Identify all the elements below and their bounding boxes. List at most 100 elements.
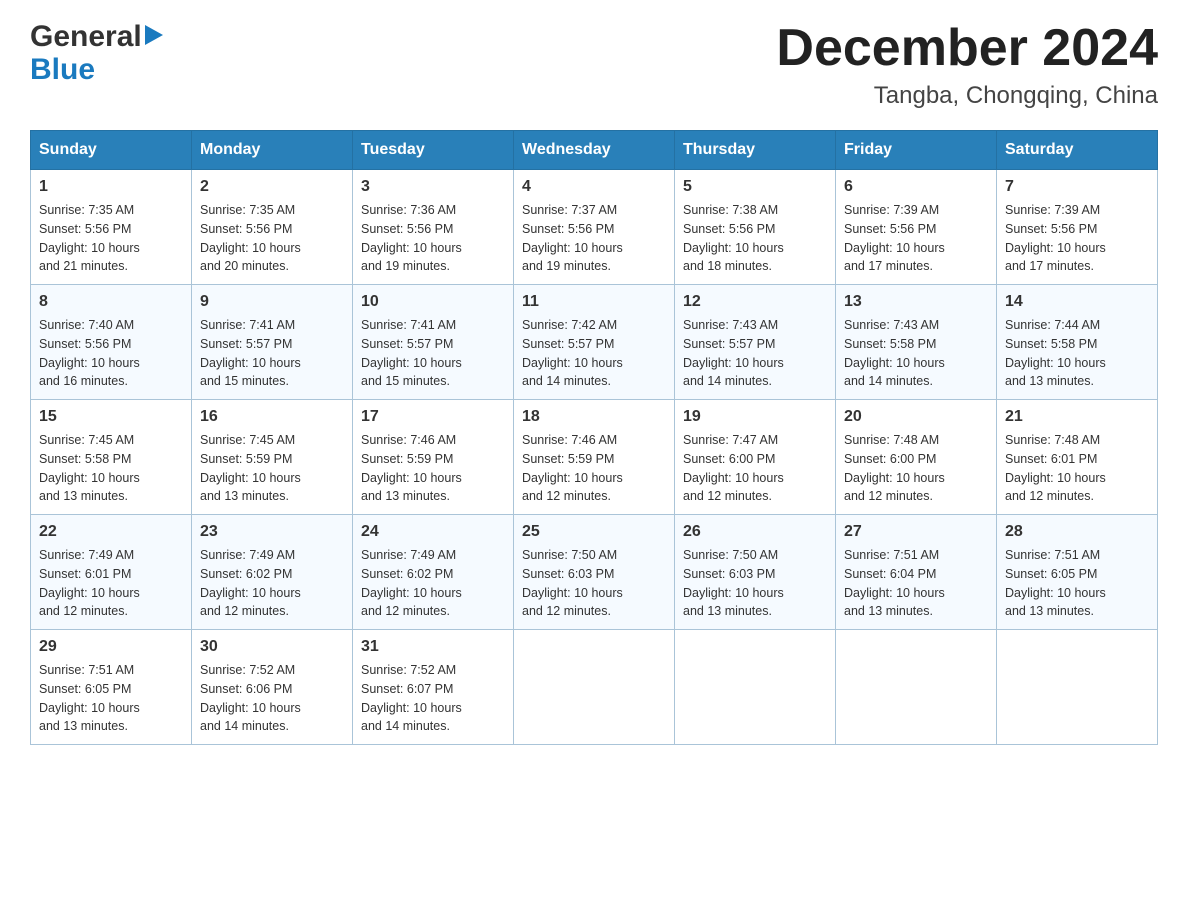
day-info: Sunrise: 7:37 AM Sunset: 5:56 PM Dayligh… xyxy=(522,201,666,276)
calendar-cell: 23 Sunrise: 7:49 AM Sunset: 6:02 PM Dayl… xyxy=(192,515,353,630)
calendar-cell: 29 Sunrise: 7:51 AM Sunset: 6:05 PM Dayl… xyxy=(31,630,192,745)
page-header: General Blue December 2024 Tangba, Chong… xyxy=(30,20,1158,110)
calendar-cell: 30 Sunrise: 7:52 AM Sunset: 6:06 PM Dayl… xyxy=(192,630,353,745)
calendar-cell: 14 Sunrise: 7:44 AM Sunset: 5:58 PM Dayl… xyxy=(997,285,1158,400)
calendar-week-row: 1 Sunrise: 7:35 AM Sunset: 5:56 PM Dayli… xyxy=(31,170,1158,285)
calendar-week-row: 8 Sunrise: 7:40 AM Sunset: 5:56 PM Dayli… xyxy=(31,285,1158,400)
month-title: December 2024 xyxy=(776,20,1158,77)
logo-arrow-icon xyxy=(145,25,163,50)
logo-general: General xyxy=(30,20,142,53)
day-info: Sunrise: 7:48 AM Sunset: 6:00 PM Dayligh… xyxy=(844,431,988,506)
calendar-cell: 12 Sunrise: 7:43 AM Sunset: 5:57 PM Dayl… xyxy=(675,285,836,400)
day-number: 1 xyxy=(39,178,183,196)
day-info: Sunrise: 7:35 AM Sunset: 5:56 PM Dayligh… xyxy=(39,201,183,276)
day-number: 31 xyxy=(361,638,505,656)
day-info: Sunrise: 7:44 AM Sunset: 5:58 PM Dayligh… xyxy=(1005,316,1149,391)
calendar-cell: 28 Sunrise: 7:51 AM Sunset: 6:05 PM Dayl… xyxy=(997,515,1158,630)
day-number: 27 xyxy=(844,523,988,541)
day-info: Sunrise: 7:52 AM Sunset: 6:06 PM Dayligh… xyxy=(200,661,344,736)
day-number: 21 xyxy=(1005,408,1149,426)
header-tuesday: Tuesday xyxy=(353,131,514,170)
day-number: 10 xyxy=(361,293,505,311)
header-friday: Friday xyxy=(836,131,997,170)
calendar-cell: 18 Sunrise: 7:46 AM Sunset: 5:59 PM Dayl… xyxy=(514,400,675,515)
day-number: 8 xyxy=(39,293,183,311)
day-number: 5 xyxy=(683,178,827,196)
logo-blue: Blue xyxy=(30,53,163,86)
day-number: 2 xyxy=(200,178,344,196)
day-number: 30 xyxy=(200,638,344,656)
day-info: Sunrise: 7:52 AM Sunset: 6:07 PM Dayligh… xyxy=(361,661,505,736)
day-info: Sunrise: 7:38 AM Sunset: 5:56 PM Dayligh… xyxy=(683,201,827,276)
day-info: Sunrise: 7:47 AM Sunset: 6:00 PM Dayligh… xyxy=(683,431,827,506)
calendar-cell xyxy=(675,630,836,745)
day-info: Sunrise: 7:49 AM Sunset: 6:02 PM Dayligh… xyxy=(200,546,344,621)
header-thursday: Thursday xyxy=(675,131,836,170)
calendar-week-row: 22 Sunrise: 7:49 AM Sunset: 6:01 PM Dayl… xyxy=(31,515,1158,630)
day-number: 7 xyxy=(1005,178,1149,196)
calendar-cell: 15 Sunrise: 7:45 AM Sunset: 5:58 PM Dayl… xyxy=(31,400,192,515)
day-number: 22 xyxy=(39,523,183,541)
calendar-cell: 21 Sunrise: 7:48 AM Sunset: 6:01 PM Dayl… xyxy=(997,400,1158,515)
header-sunday: Sunday xyxy=(31,131,192,170)
day-number: 14 xyxy=(1005,293,1149,311)
calendar-header-row: SundayMondayTuesdayWednesdayThursdayFrid… xyxy=(31,131,1158,170)
header-saturday: Saturday xyxy=(997,131,1158,170)
calendar-cell: 22 Sunrise: 7:49 AM Sunset: 6:01 PM Dayl… xyxy=(31,515,192,630)
calendar-cell: 11 Sunrise: 7:42 AM Sunset: 5:57 PM Dayl… xyxy=(514,285,675,400)
day-number: 26 xyxy=(683,523,827,541)
day-number: 6 xyxy=(844,178,988,196)
calendar-cell xyxy=(997,630,1158,745)
day-info: Sunrise: 7:46 AM Sunset: 5:59 PM Dayligh… xyxy=(361,431,505,506)
day-info: Sunrise: 7:46 AM Sunset: 5:59 PM Dayligh… xyxy=(522,431,666,506)
day-number: 24 xyxy=(361,523,505,541)
calendar-cell: 9 Sunrise: 7:41 AM Sunset: 5:57 PM Dayli… xyxy=(192,285,353,400)
header-monday: Monday xyxy=(192,131,353,170)
day-info: Sunrise: 7:51 AM Sunset: 6:05 PM Dayligh… xyxy=(1005,546,1149,621)
day-number: 16 xyxy=(200,408,344,426)
calendar-cell: 4 Sunrise: 7:37 AM Sunset: 5:56 PM Dayli… xyxy=(514,170,675,285)
day-info: Sunrise: 7:49 AM Sunset: 6:02 PM Dayligh… xyxy=(361,546,505,621)
day-number: 4 xyxy=(522,178,666,196)
day-info: Sunrise: 7:39 AM Sunset: 5:56 PM Dayligh… xyxy=(844,201,988,276)
day-info: Sunrise: 7:48 AM Sunset: 6:01 PM Dayligh… xyxy=(1005,431,1149,506)
calendar-cell: 31 Sunrise: 7:52 AM Sunset: 6:07 PM Dayl… xyxy=(353,630,514,745)
location-title: Tangba, Chongqing, China xyxy=(776,82,1158,110)
day-info: Sunrise: 7:39 AM Sunset: 5:56 PM Dayligh… xyxy=(1005,201,1149,276)
calendar-cell: 2 Sunrise: 7:35 AM Sunset: 5:56 PM Dayli… xyxy=(192,170,353,285)
day-info: Sunrise: 7:45 AM Sunset: 5:59 PM Dayligh… xyxy=(200,431,344,506)
calendar-cell: 16 Sunrise: 7:45 AM Sunset: 5:59 PM Dayl… xyxy=(192,400,353,515)
day-info: Sunrise: 7:36 AM Sunset: 5:56 PM Dayligh… xyxy=(361,201,505,276)
day-info: Sunrise: 7:41 AM Sunset: 5:57 PM Dayligh… xyxy=(200,316,344,391)
calendar-cell: 27 Sunrise: 7:51 AM Sunset: 6:04 PM Dayl… xyxy=(836,515,997,630)
calendar-cell: 5 Sunrise: 7:38 AM Sunset: 5:56 PM Dayli… xyxy=(675,170,836,285)
day-info: Sunrise: 7:40 AM Sunset: 5:56 PM Dayligh… xyxy=(39,316,183,391)
day-number: 3 xyxy=(361,178,505,196)
calendar-table: SundayMondayTuesdayWednesdayThursdayFrid… xyxy=(30,130,1158,745)
calendar-week-row: 29 Sunrise: 7:51 AM Sunset: 6:05 PM Dayl… xyxy=(31,630,1158,745)
calendar-cell: 13 Sunrise: 7:43 AM Sunset: 5:58 PM Dayl… xyxy=(836,285,997,400)
day-info: Sunrise: 7:42 AM Sunset: 5:57 PM Dayligh… xyxy=(522,316,666,391)
logo: General Blue xyxy=(30,20,163,86)
day-number: 12 xyxy=(683,293,827,311)
calendar-cell xyxy=(836,630,997,745)
calendar-cell: 7 Sunrise: 7:39 AM Sunset: 5:56 PM Dayli… xyxy=(997,170,1158,285)
day-number: 13 xyxy=(844,293,988,311)
calendar-cell: 8 Sunrise: 7:40 AM Sunset: 5:56 PM Dayli… xyxy=(31,285,192,400)
day-number: 18 xyxy=(522,408,666,426)
header-wednesday: Wednesday xyxy=(514,131,675,170)
day-info: Sunrise: 7:41 AM Sunset: 5:57 PM Dayligh… xyxy=(361,316,505,391)
day-number: 19 xyxy=(683,408,827,426)
day-info: Sunrise: 7:43 AM Sunset: 5:57 PM Dayligh… xyxy=(683,316,827,391)
day-number: 29 xyxy=(39,638,183,656)
calendar-week-row: 15 Sunrise: 7:45 AM Sunset: 5:58 PM Dayl… xyxy=(31,400,1158,515)
day-number: 17 xyxy=(361,408,505,426)
day-number: 9 xyxy=(200,293,344,311)
calendar-cell xyxy=(514,630,675,745)
day-number: 11 xyxy=(522,293,666,311)
day-info: Sunrise: 7:50 AM Sunset: 6:03 PM Dayligh… xyxy=(522,546,666,621)
calendar-cell: 25 Sunrise: 7:50 AM Sunset: 6:03 PM Dayl… xyxy=(514,515,675,630)
day-number: 15 xyxy=(39,408,183,426)
title-section: December 2024 Tangba, Chongqing, China xyxy=(776,20,1158,110)
calendar-cell: 19 Sunrise: 7:47 AM Sunset: 6:00 PM Dayl… xyxy=(675,400,836,515)
